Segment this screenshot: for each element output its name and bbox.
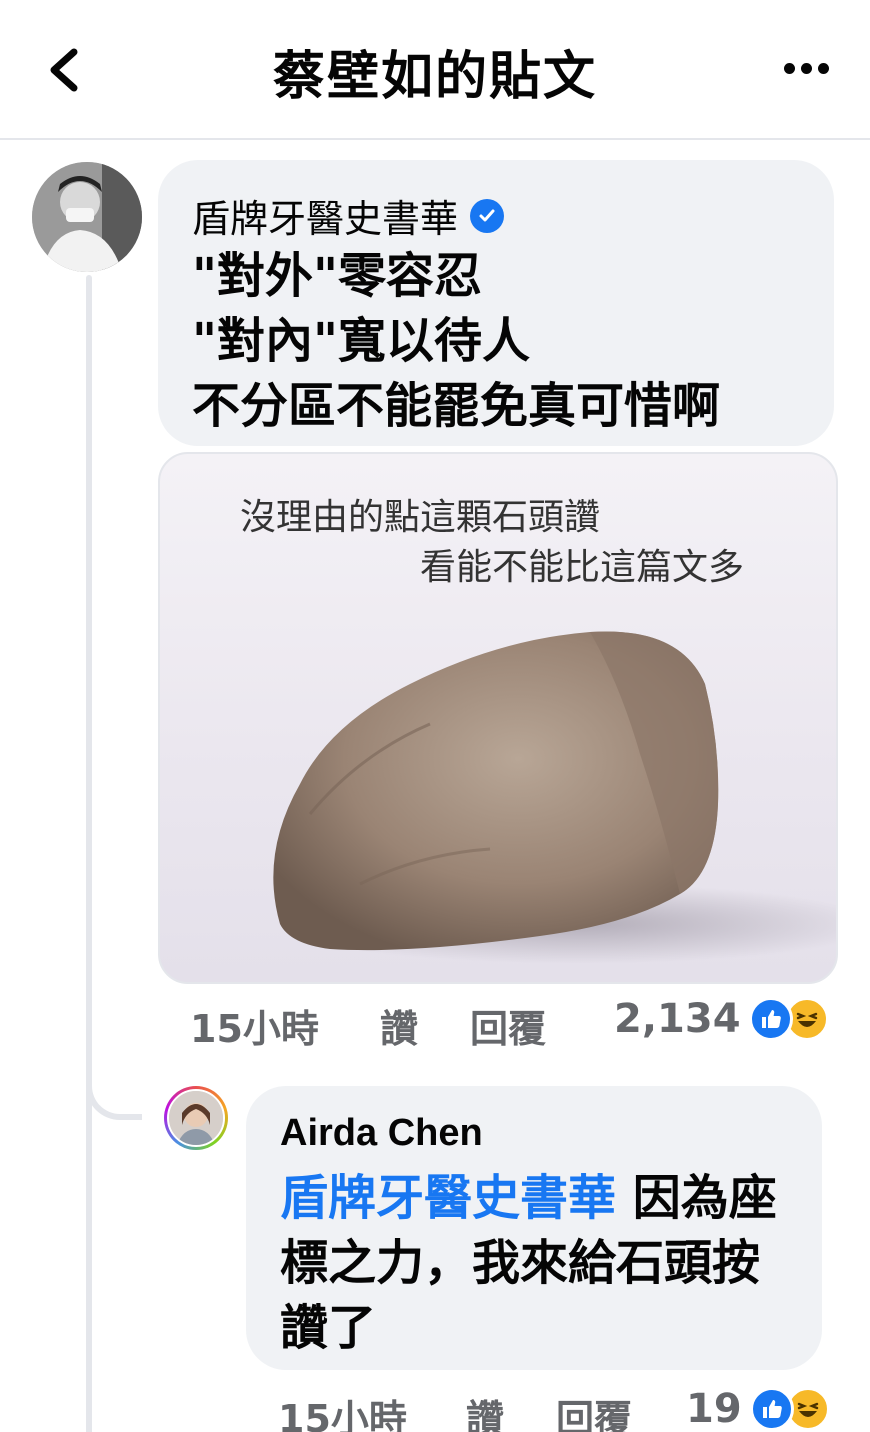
comment-image[interactable]: 沒理由的點這顆石頭讚 看能不能比這篇文多 [158, 452, 838, 984]
reply-link[interactable]: 回覆 [470, 998, 546, 1053]
thread-line [86, 275, 92, 1432]
like-reaction-icon [749, 1387, 794, 1431]
avatar[interactable] [164, 1086, 228, 1150]
comment-text: 盾牌牙醫史書華 因為座標之力，我來給石頭按讚了 [280, 1166, 800, 1361]
comment-timestamp: 15小時 [278, 1397, 407, 1432]
comment-author[interactable]: 盾牌牙醫史書華 [192, 188, 505, 243]
reaction-summary[interactable]: 2,134 [614, 996, 829, 1042]
author-name[interactable]: 盾牌牙醫史書華 [192, 188, 458, 243]
like-reaction-icon [748, 997, 793, 1041]
post-comments-page: 蔡壁如的貼文 盾牌牙醫史書華 "對外"零容忍 "對內"寬以待人 不分區不能罷免真… [0, 0, 870, 1432]
more-dot [817, 62, 829, 74]
reaction-count: 2,134 [614, 996, 741, 1042]
reaction-summary[interactable]: 19 [686, 1386, 830, 1432]
comment-line: 不分區不能罷免真可惜啊 [192, 378, 721, 434]
like-link[interactable]: 讚 [380, 998, 418, 1053]
thread-branch [86, 1060, 142, 1120]
comment-text: "對外"零容忍 "對內"寬以待人 不分區不能罷免真可惜啊 [192, 244, 720, 439]
more-dot [800, 62, 812, 74]
mention-link[interactable]: 盾牌牙醫史書華 [280, 1170, 616, 1226]
image-caption-line: 沒理由的點這顆石頭讚 [240, 497, 601, 538]
comment-author[interactable]: Airda Chen [280, 1112, 483, 1155]
profile-photo [167, 1089, 225, 1147]
comment-line: "對外"零容忍 [192, 248, 483, 304]
page-title: 蔡壁如的貼文 [272, 47, 597, 107]
comment-timestamp: 15小時 [190, 1007, 319, 1051]
reaction-count: 19 [686, 1386, 742, 1432]
profile-photo [32, 162, 142, 272]
reply-link[interactable]: 回覆 [556, 1388, 632, 1432]
more-horizontal-icon [783, 62, 795, 74]
verified-badge-icon [470, 198, 505, 233]
avatar[interactable] [32, 162, 142, 272]
comment-line: "對內"寬以待人 [192, 313, 531, 369]
like-link[interactable]: 讚 [466, 1388, 504, 1432]
top-bar: 蔡壁如的貼文 [0, 0, 870, 140]
image-caption-line: 看能不能比這篇文多 [420, 547, 745, 588]
more-options-button[interactable] [776, 46, 836, 90]
comment-bubble: Airda Chen 盾牌牙醫史書華 因為座標之力，我來給石頭按讚了 [246, 1086, 822, 1370]
comment-bubble: 盾牌牙醫史書華 "對外"零容忍 "對內"寬以待人 不分區不能罷免真可惜啊 [158, 160, 834, 446]
